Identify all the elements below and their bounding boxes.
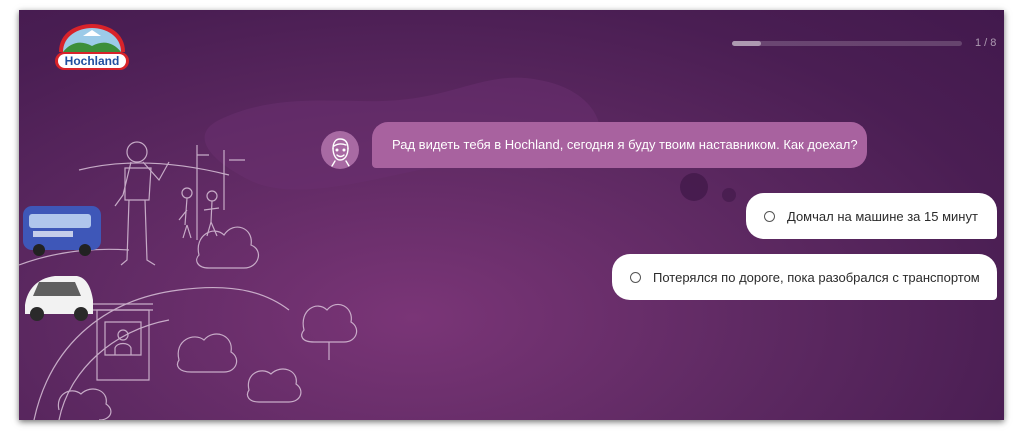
bus-illustration xyxy=(23,206,101,256)
progress-counter: 1 / 8 xyxy=(975,37,997,49)
progress-bar-fill xyxy=(732,41,761,46)
car-illustration xyxy=(25,276,93,321)
radio-button[interactable] xyxy=(630,271,641,283)
background-dot xyxy=(722,188,736,202)
mentor-face-icon xyxy=(331,138,350,167)
answer-option-car[interactable]: Домчал на машине за 15 минут xyxy=(746,193,997,239)
answer-option-lost[interactable]: Потерялся по дороге, пока разобрался с т… xyxy=(612,254,997,300)
background-dot xyxy=(680,173,708,201)
hochland-logo: Hochland xyxy=(53,22,131,74)
progress-bar xyxy=(732,41,962,46)
mentor-avatar xyxy=(321,131,359,169)
logo-wordmark: Hochland xyxy=(65,54,120,68)
answer-option-label: Потерялся по дороге, пока разобрался с т… xyxy=(653,269,980,285)
mentor-message-bubble: Рад видеть тебя в Hochland, сегодня я бу… xyxy=(372,122,867,168)
answer-option-label: Домчал на машине за 15 минут xyxy=(787,208,978,224)
radio-button[interactable] xyxy=(764,210,775,222)
quiz-screen: Hochland 1 / 8 Рад видеть тебя в Hochlan… xyxy=(19,10,1004,420)
